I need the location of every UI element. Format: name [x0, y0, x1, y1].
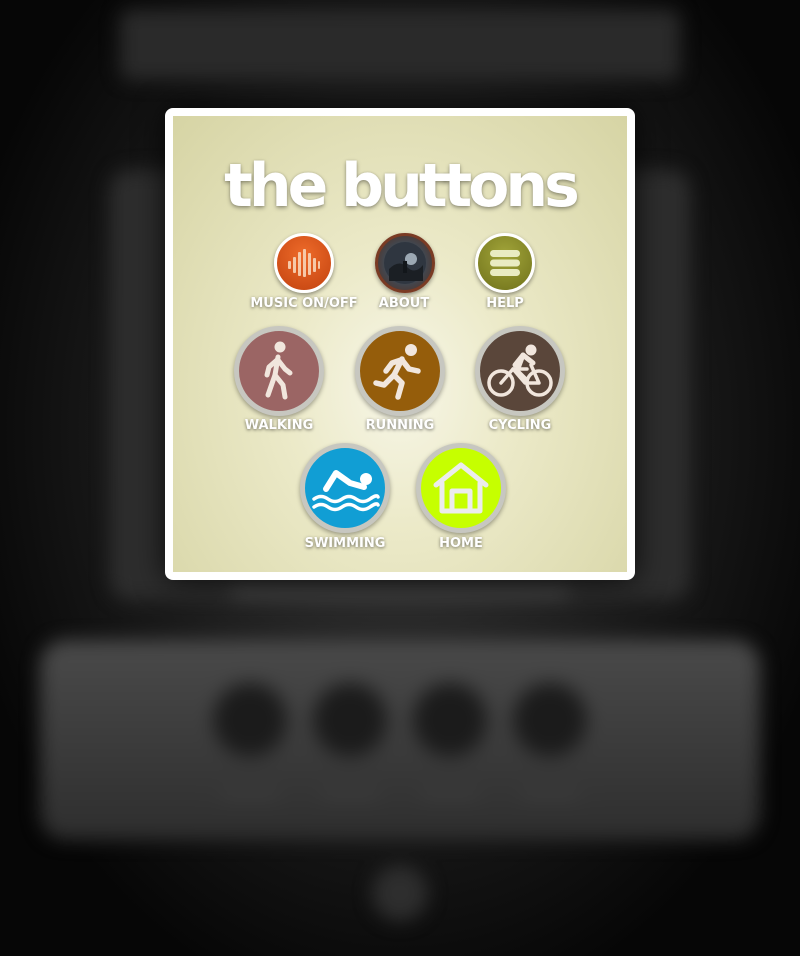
background-dock-button [210, 680, 290, 760]
help-button[interactable] [475, 233, 535, 293]
background-dock-label [420, 790, 480, 800]
swimming-label: SWIMMING [304, 536, 386, 551]
equalizer-icon [287, 248, 321, 278]
walking-button[interactable] [234, 326, 324, 416]
swimming-button[interactable] [300, 443, 390, 533]
home-button[interactable] [416, 443, 506, 533]
cyclist-icon [487, 343, 553, 399]
background-caption [230, 585, 570, 599]
cycling-label: CYCLING [488, 418, 552, 433]
background-dock-label [220, 790, 280, 800]
help-label: HELP [486, 296, 524, 311]
about-button[interactable] [375, 233, 435, 293]
house-icon [432, 461, 490, 515]
background-dock-button [410, 680, 490, 760]
home-label: HOME [439, 536, 483, 551]
buttons-dialog: the buttons MUSIC ON/OFF ABOUT HELP WALK… [165, 108, 635, 580]
running-label: RUNNING [365, 418, 435, 433]
background-dock-button [510, 680, 590, 760]
background-dock-label [520, 790, 580, 800]
menu-lines-icon [489, 249, 521, 277]
dialog-title: the buttons [224, 151, 580, 221]
background-home-button [372, 865, 428, 921]
background-dock-button [310, 680, 390, 760]
swimmer-icon [310, 463, 380, 513]
cycling-button[interactable] [475, 326, 565, 416]
running-person-icon [372, 341, 428, 401]
walking-person-icon [254, 339, 304, 403]
running-button[interactable] [355, 326, 445, 416]
background-dock [40, 640, 760, 840]
background-top-bar [120, 10, 680, 80]
music-toggle-button[interactable] [274, 233, 334, 293]
background-dock-label [320, 790, 380, 800]
about-photo-icon [383, 241, 427, 285]
dialog-content: the buttons MUSIC ON/OFF ABOUT HELP WALK… [173, 116, 627, 572]
walking-label: WALKING [244, 418, 314, 433]
